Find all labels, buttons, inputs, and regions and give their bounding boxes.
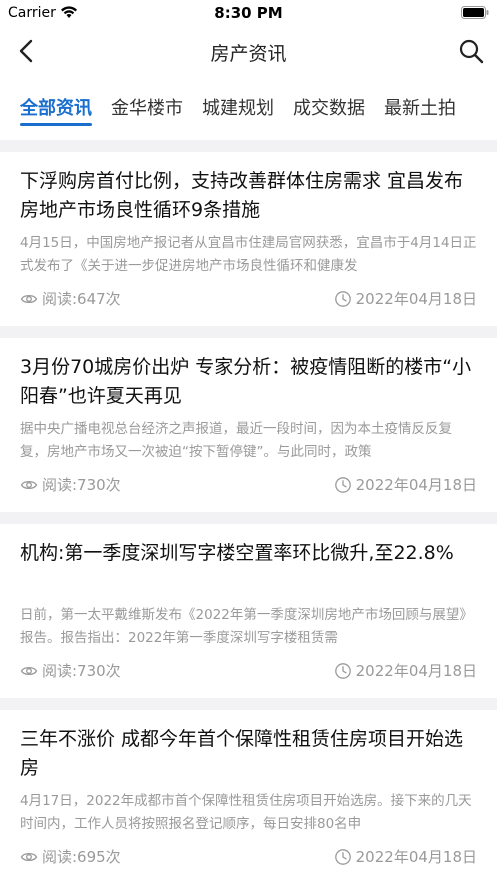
view-count: 阅读:695次 — [20, 846, 121, 867]
news-meta: 阅读:730次 2022年04月18日 — [20, 660, 477, 682]
search-icon[interactable] — [457, 37, 485, 65]
tab-jinhua-market[interactable]: 金华楼市 — [111, 76, 183, 140]
news-title: 3月份70城房价出炉 专家分析：被疫情阻断的楼市“小阳春”也许夏天再见 — [20, 356, 472, 407]
tab-urban-planning[interactable]: 城建规划 — [202, 76, 274, 140]
eye-icon — [20, 852, 38, 861]
eye-icon — [20, 480, 38, 489]
publish-date: 2022年04月18日 — [334, 660, 477, 681]
news-meta: 阅读:647次 2022年04月18日 — [20, 288, 477, 310]
news-meta: 阅读:695次 2022年04月18日 — [20, 846, 477, 868]
status-bar: Carrier 8:30 PM — [0, 0, 497, 26]
tab-latest-land-auction[interactable]: 最新土拍 — [384, 76, 456, 140]
publish-date: 2022年04月18日 — [334, 288, 477, 309]
news-summary: 4月15日，中国房地产报记者从宜昌市住建局官网获悉，宜昌市于4月14日正式发布了… — [20, 235, 477, 274]
navigation-bar: 房产资讯 — [0, 26, 497, 76]
news-title: 机构:第一季度深圳写字楼空置率环比微升,至22.8% — [20, 542, 454, 564]
publish-date-text: 2022年04月18日 — [355, 290, 477, 308]
view-count: 阅读:730次 — [20, 660, 121, 681]
view-count-text: 阅读:730次 — [42, 662, 121, 680]
news-summary: 据中央广播电视总台经济之声报道，最近一段时间，因为本土疫情反反复复，房地产市场又… — [20, 421, 452, 460]
news-summary: 4月17日，2022年成都市首个保障性租赁住房项目开始选房。接下来的几天时间内，… — [20, 793, 472, 832]
view-count: 阅读:647次 — [20, 288, 121, 309]
view-count: 阅读:730次 — [20, 474, 121, 495]
status-time: 8:30 PM — [214, 4, 283, 22]
view-count-text: 阅读:730次 — [42, 476, 121, 494]
news-title: 三年不涨价 成都今年首个保障性租赁住房项目开始选房 — [20, 728, 464, 779]
publish-date: 2022年04月18日 — [334, 846, 477, 867]
category-tab-list: 全部资讯 金华楼市 城建规划 成交数据 最新土拍 — [20, 76, 475, 140]
news-card[interactable]: 3月份70城房价出炉 专家分析：被疫情阻断的楼市“小阳春”也许夏天再见 据中央广… — [0, 338, 497, 512]
news-summary: 日前，第一太平戴维斯发布《2022年第一季度深圳房地产市场回顾与展望》报告。报告… — [20, 607, 473, 646]
news-feed: 下浮购房首付比例，支持改善群体住房需求 宜昌发布房地产市场良性循环9条措施 4月… — [0, 152, 497, 883]
publish-date: 2022年04月18日 — [334, 474, 477, 495]
battery-icon — [461, 6, 489, 19]
view-count-text: 阅读:695次 — [42, 848, 121, 866]
news-card[interactable]: 三年不涨价 成都今年首个保障性租赁住房项目开始选房 4月17日，2022年成都市… — [0, 710, 497, 883]
publish-date-text: 2022年04月18日 — [355, 476, 477, 494]
tab-transaction-data[interactable]: 成交数据 — [293, 76, 365, 140]
clock-icon — [334, 290, 351, 307]
eye-icon — [20, 294, 38, 303]
publish-date-text: 2022年04月18日 — [355, 662, 477, 680]
clock-icon — [334, 848, 351, 865]
news-title: 下浮购房首付比例，支持改善群体住房需求 宜昌发布房地产市场良性循环9条措施 — [20, 170, 464, 221]
news-card[interactable]: 机构:第一季度深圳写字楼空置率环比微升,至22.8% 日前，第一太平戴维斯发布《… — [0, 524, 497, 698]
view-count-text: 阅读:647次 — [42, 290, 121, 308]
category-tab-bar: 全部资讯 金华楼市 城建规划 成交数据 最新土拍 — [0, 76, 497, 140]
tab-all-news[interactable]: 全部资讯 — [20, 76, 92, 140]
news-card[interactable]: 下浮购房首付比例，支持改善群体住房需求 宜昌发布房地产市场良性循环9条措施 4月… — [0, 152, 497, 326]
clock-icon — [334, 476, 351, 493]
eye-icon — [20, 666, 38, 675]
publish-date-text: 2022年04月18日 — [355, 848, 477, 866]
news-meta: 阅读:730次 2022年04月18日 — [20, 474, 477, 496]
page-title: 房产资讯 — [210, 43, 287, 65]
clock-icon — [334, 662, 351, 679]
